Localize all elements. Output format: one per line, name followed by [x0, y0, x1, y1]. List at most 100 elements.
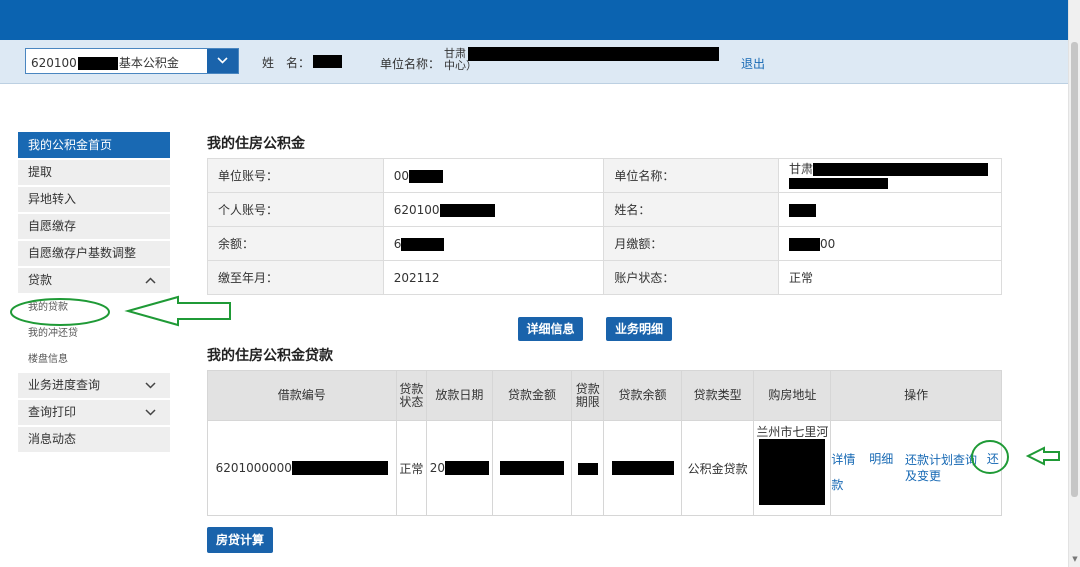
- unit-redaction: [468, 47, 719, 61]
- field-label: 账户状态：: [603, 260, 780, 295]
- sidebar-item-progress[interactable]: 业务进度查询: [18, 373, 170, 400]
- table-row: 6201000000 正常 20 公积金贷款 兰州市七里河 详情 明细 还款计划…: [207, 420, 1002, 516]
- repayment-plan-link[interactable]: 还款计划查询及变更: [905, 452, 977, 484]
- sidebar-item-label: 贷款: [28, 273, 53, 287]
- loan-status-cell: 正常: [395, 420, 428, 516]
- redaction: [577, 462, 598, 475]
- left-arrow-icon: [1025, 446, 1060, 466]
- account-select-value: 620100 基本公积金: [31, 56, 179, 70]
- column-header: 贷款期限: [571, 370, 605, 421]
- table-row: 单位账号： 00 单位名称： 甘肃: [207, 158, 1002, 193]
- sidebar-subitem-property-info[interactable]: 楼盘信息: [18, 347, 170, 373]
- sidebar-item-loan[interactable]: 贷款: [18, 268, 170, 295]
- sidebar: 我的公积金首页 提取 异地转入 自愿缴存 自愿缴存户基数调整 贷款 我的贷款 我…: [18, 132, 170, 454]
- unit-label: 单位名称：: [380, 57, 441, 71]
- field-label: 个人账号：: [207, 192, 384, 227]
- loan-section-title: 我的住房公积金贷款: [207, 348, 333, 364]
- sidebar-subitem-repayment[interactable]: 我的冲还贷: [18, 321, 170, 347]
- sidebar-item-print[interactable]: 查询打印: [18, 400, 170, 427]
- field-value: 00: [778, 226, 1002, 261]
- scroll-down-icon[interactable]: ▼: [1070, 555, 1080, 563]
- name-label: 姓 名：: [262, 56, 311, 70]
- column-header: 贷款类型: [680, 370, 755, 421]
- redaction: [759, 439, 826, 505]
- table-row: 缴至年月： 202112 账户状态： 正常: [207, 260, 1002, 295]
- loan-amount-cell: [491, 420, 573, 516]
- sidebar-item-label: 查询打印: [28, 405, 77, 419]
- address-cell: 兰州市七里河: [753, 420, 832, 516]
- field-value: 正常: [778, 260, 1002, 295]
- column-header: 借款编号: [207, 370, 397, 421]
- field-value: [778, 192, 1002, 227]
- sidebar-subitem-my-loan[interactable]: 我的贷款: [18, 295, 170, 321]
- business-detail-button[interactable]: 业务明细: [606, 317, 672, 341]
- column-header: 操作: [830, 370, 1002, 421]
- redaction: [401, 237, 445, 251]
- column-header: 购房地址: [753, 370, 832, 421]
- redaction: [813, 162, 989, 176]
- mortgage-calculator-button[interactable]: 房贷计算: [207, 527, 273, 553]
- unit-value-line2: 中心）: [444, 59, 477, 72]
- logout-link[interactable]: 退出: [741, 55, 765, 72]
- chevron-down-icon: [145, 409, 156, 416]
- field-label: 单位名称：: [603, 158, 780, 193]
- top-banner: [0, 0, 1068, 40]
- loan-balance-cell: [603, 420, 682, 516]
- fund-section-title: 我的住房公积金: [207, 136, 305, 152]
- sidebar-item-withdraw[interactable]: 提取: [18, 160, 170, 187]
- field-label: 余额：: [207, 226, 384, 261]
- fund-info-table: 单位账号： 00 单位名称： 甘肃 个人账号： 620100 姓名： 余额： 6…: [207, 158, 1002, 295]
- field-value: 甘肃: [778, 158, 1002, 193]
- loan-id-cell: 6201000000: [207, 420, 397, 516]
- loan-breakdown-link[interactable]: 明细: [869, 452, 893, 466]
- sidebar-item-transfer-in[interactable]: 异地转入: [18, 187, 170, 214]
- vertical-scrollbar[interactable]: ▼: [1068, 0, 1080, 567]
- field-value: 620100: [382, 192, 605, 227]
- redaction: [408, 169, 443, 183]
- column-header: 贷款金额: [491, 370, 573, 421]
- loan-date-cell: 20: [426, 420, 493, 516]
- redaction: [611, 461, 674, 476]
- unit-value-line1: 甘肃: [444, 47, 466, 60]
- table-row: 余额： 6 月缴额： 00: [207, 226, 1002, 261]
- redaction: [291, 461, 388, 476]
- redaction: [77, 57, 118, 70]
- sidebar-item-home[interactable]: 我的公积金首页: [18, 132, 170, 160]
- address-text: 兰州市七里河: [756, 425, 829, 439]
- field-value: 202112: [382, 260, 605, 295]
- table-header-row: 借款编号 贷款状态 放款日期 贷款金额 贷款期限 贷款余额 贷款类型 购房地址 …: [207, 370, 1002, 421]
- sidebar-item-news[interactable]: 消息动态: [18, 427, 170, 454]
- field-label: 姓名：: [603, 192, 780, 227]
- field-value: 00: [382, 158, 605, 193]
- name-redaction: [313, 55, 342, 68]
- redaction: [439, 203, 495, 217]
- loan-term-cell: [571, 420, 605, 516]
- account-info-bar: 620100 基本公积金 姓 名： 单位名称： 甘肃 中心） 退出: [0, 40, 1068, 84]
- redaction: [789, 177, 889, 189]
- sidebar-item-base-adjust[interactable]: 自愿缴存户基数调整: [18, 241, 170, 268]
- scrollbar-thumb[interactable]: [1071, 42, 1078, 497]
- sidebar-item-voluntary-deposit[interactable]: 自愿缴存: [18, 214, 170, 241]
- chevron-up-icon: [145, 277, 156, 284]
- account-select-toggle[interactable]: [207, 49, 238, 73]
- loan-detail-link[interactable]: 详情: [831, 452, 855, 466]
- field-label: 月缴额：: [603, 226, 780, 261]
- field-label: 缴至年月：: [207, 260, 384, 295]
- chevron-down-icon: [217, 57, 228, 64]
- redaction: [789, 203, 817, 217]
- detail-info-button[interactable]: 详细信息: [518, 317, 583, 341]
- operations-cell: 详情 明细 还款计划查询及变更 还款: [830, 420, 1002, 516]
- chevron-down-icon: [145, 382, 156, 389]
- field-value: 6: [382, 226, 605, 261]
- redaction: [445, 461, 490, 476]
- column-header: 贷款余额: [603, 370, 682, 421]
- redaction: [789, 237, 821, 251]
- sidebar-item-label: 业务进度查询: [28, 378, 101, 392]
- redaction: [500, 461, 565, 476]
- column-header: 贷款状态: [395, 370, 428, 421]
- loan-type-cell: 公积金贷款: [680, 420, 755, 516]
- field-label: 单位账号：: [207, 158, 384, 193]
- column-header: 放款日期: [426, 370, 493, 421]
- account-select[interactable]: 620100 基本公积金: [25, 48, 239, 74]
- loan-table: 借款编号 贷款状态 放款日期 贷款金额 贷款期限 贷款余额 贷款类型 购房地址 …: [207, 370, 1002, 516]
